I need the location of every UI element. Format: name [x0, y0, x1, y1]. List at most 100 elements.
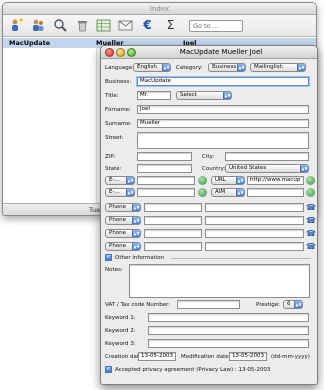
mailinglist-value: Mailinglist: — [254, 64, 284, 70]
search-icon[interactable] — [53, 18, 68, 33]
email-field[interactable] — [137, 176, 195, 185]
goto-popup[interactable]: Go to ... — [189, 20, 243, 32]
title-select-popup[interactable]: Select ▲▼ — [176, 91, 232, 100]
chevron-down-icon: ▲▼ — [132, 230, 140, 237]
keyword3-field[interactable] — [148, 339, 309, 348]
url-field[interactable]: http://www.macup — [247, 176, 304, 185]
vat-field[interactable] — [177, 300, 240, 309]
phone-type-popup[interactable]: Phone ▲▼ — [105, 216, 141, 225]
city-field[interactable] — [225, 152, 309, 161]
url-type-value: URL — [215, 177, 226, 183]
keyword3-label: Keyword 3: — [105, 341, 136, 347]
keyword2-field[interactable] — [148, 326, 309, 335]
creation-date-field[interactable]: 13-05-2003 — [138, 352, 176, 361]
other-info-checkbox[interactable]: ✓ — [105, 254, 112, 261]
aim-type-popup[interactable]: AIM ▲▼ — [211, 188, 245, 197]
phone-number-field[interactable] — [144, 242, 202, 251]
state-label: State: — [105, 166, 122, 172]
notes-field[interactable] — [129, 264, 310, 298]
language-label: Language: — [105, 65, 134, 71]
phone-type-value: Phone — [109, 217, 127, 223]
company-cell: MacUpdate — [9, 39, 51, 47]
forename-field[interactable]: Joel — [137, 105, 309, 114]
phone-type-value: Phone — [109, 230, 127, 236]
privacy-checkbox[interactable]: ✓ — [105, 366, 112, 373]
phone-note-field[interactable] — [205, 242, 304, 251]
notes-label: Notes: — [105, 267, 123, 273]
phone-note-field[interactable] — [205, 203, 304, 212]
phone-icon[interactable]: ☎ — [306, 242, 316, 251]
creation-date-label: Creation date — [105, 354, 143, 360]
email-type-popup[interactable]: E-... ▲▼ — [105, 176, 135, 185]
surname-field[interactable]: Mueller — [137, 119, 309, 128]
phone-type-popup[interactable]: Phone ▲▼ — [105, 242, 141, 251]
divider — [171, 258, 311, 259]
state-field[interactable] — [137, 164, 192, 173]
business-field[interactable]: MacUpdate — [137, 77, 309, 86]
zoom-button[interactable] — [127, 48, 136, 57]
email-type-value: E-... — [109, 177, 120, 183]
category-value: Business — [212, 64, 237, 70]
aim-type-value: AIM — [215, 189, 226, 195]
globe-icon[interactable] — [306, 176, 315, 185]
zip-label: ZIP: — [105, 154, 116, 160]
globe-icon[interactable] — [306, 188, 315, 197]
keyword1-field[interactable] — [148, 313, 309, 322]
new-group-icon[interactable] — [31, 18, 46, 33]
prestige-label: Prestige: — [256, 302, 281, 308]
category-popup[interactable]: Business ▲▼ — [208, 63, 246, 72]
prestige-popup[interactable]: 6 ▲▼ — [283, 300, 303, 309]
phone-icon[interactable]: ☎ — [306, 203, 316, 212]
phone-number-field[interactable] — [144, 203, 202, 212]
title-select-value: Select — [180, 92, 197, 98]
phone-note-field[interactable] — [205, 216, 304, 225]
street-label: Street: — [105, 135, 124, 141]
phone-note-field[interactable] — [205, 229, 304, 238]
detail-title: MacUpdate Mueller Joel — [179, 48, 263, 56]
modification-date-field[interactable]: 13-05-2003 — [229, 352, 267, 361]
phone-type-popup[interactable]: Phone ▲▼ — [105, 203, 141, 212]
chevron-down-icon: ▲▼ — [297, 64, 305, 71]
email-field-2[interactable] — [137, 188, 195, 197]
globe-icon[interactable] — [198, 188, 207, 197]
phone-icon[interactable]: ☎ — [306, 216, 316, 225]
country-value: United States — [229, 165, 267, 171]
email-type-value: E-... — [109, 189, 120, 195]
detail-window: MacUpdate Mueller Joel Language: English… — [100, 45, 318, 385]
email-type-popup-2[interactable]: E-... ▲▼ — [105, 188, 135, 197]
euro-icon[interactable]: € — [140, 18, 155, 33]
chevron-down-icon: ▲▼ — [237, 64, 245, 71]
language-popup[interactable]: English ▲▼ — [133, 63, 171, 72]
phone-number-field[interactable] — [144, 229, 202, 238]
sum-icon[interactable]: Σ — [163, 18, 178, 33]
chevron-down-icon: ▲▼ — [236, 177, 244, 184]
index-toolbar: € Σ Go to ... — [3, 15, 316, 37]
column-separator — [96, 38, 97, 203]
chevron-down-icon: ▲▼ — [294, 301, 302, 308]
country-popup[interactable]: United States ▲▼ — [225, 164, 309, 173]
phone-number-field[interactable] — [144, 216, 202, 225]
aim-field[interactable] — [247, 188, 304, 197]
chevron-down-icon: ▲▼ — [126, 177, 134, 184]
title-field[interactable]: Mr. — [137, 91, 171, 100]
forename-label: Forname: — [105, 107, 131, 113]
close-button[interactable] — [105, 48, 114, 57]
minimize-button[interactable] — [116, 48, 125, 57]
url-type-popup[interactable]: URL ▲▼ — [211, 176, 245, 185]
globe-icon[interactable] — [198, 176, 207, 185]
phone-type-popup[interactable]: Phone ▲▼ — [105, 229, 141, 238]
chevron-down-icon: ▲▼ — [132, 217, 140, 224]
zip-field[interactable] — [137, 152, 192, 161]
new-contact-icon[interactable] — [9, 18, 24, 33]
country-label: Country: — [202, 166, 226, 172]
trash-icon[interactable] — [75, 18, 90, 33]
prestige-value: 6 — [287, 301, 291, 307]
title-label: Title: — [105, 93, 119, 99]
chevron-down-icon: ▲▼ — [126, 189, 134, 196]
surname-label: Surname: — [105, 121, 132, 127]
mailinglist-popup[interactable]: Mailinglist: ▲▼ — [250, 63, 306, 72]
email-icon[interactable] — [118, 18, 133, 33]
phone-icon[interactable]: ☎ — [306, 229, 316, 238]
street-field[interactable] — [137, 132, 309, 149]
spreadsheet-icon[interactable] — [96, 18, 111, 33]
